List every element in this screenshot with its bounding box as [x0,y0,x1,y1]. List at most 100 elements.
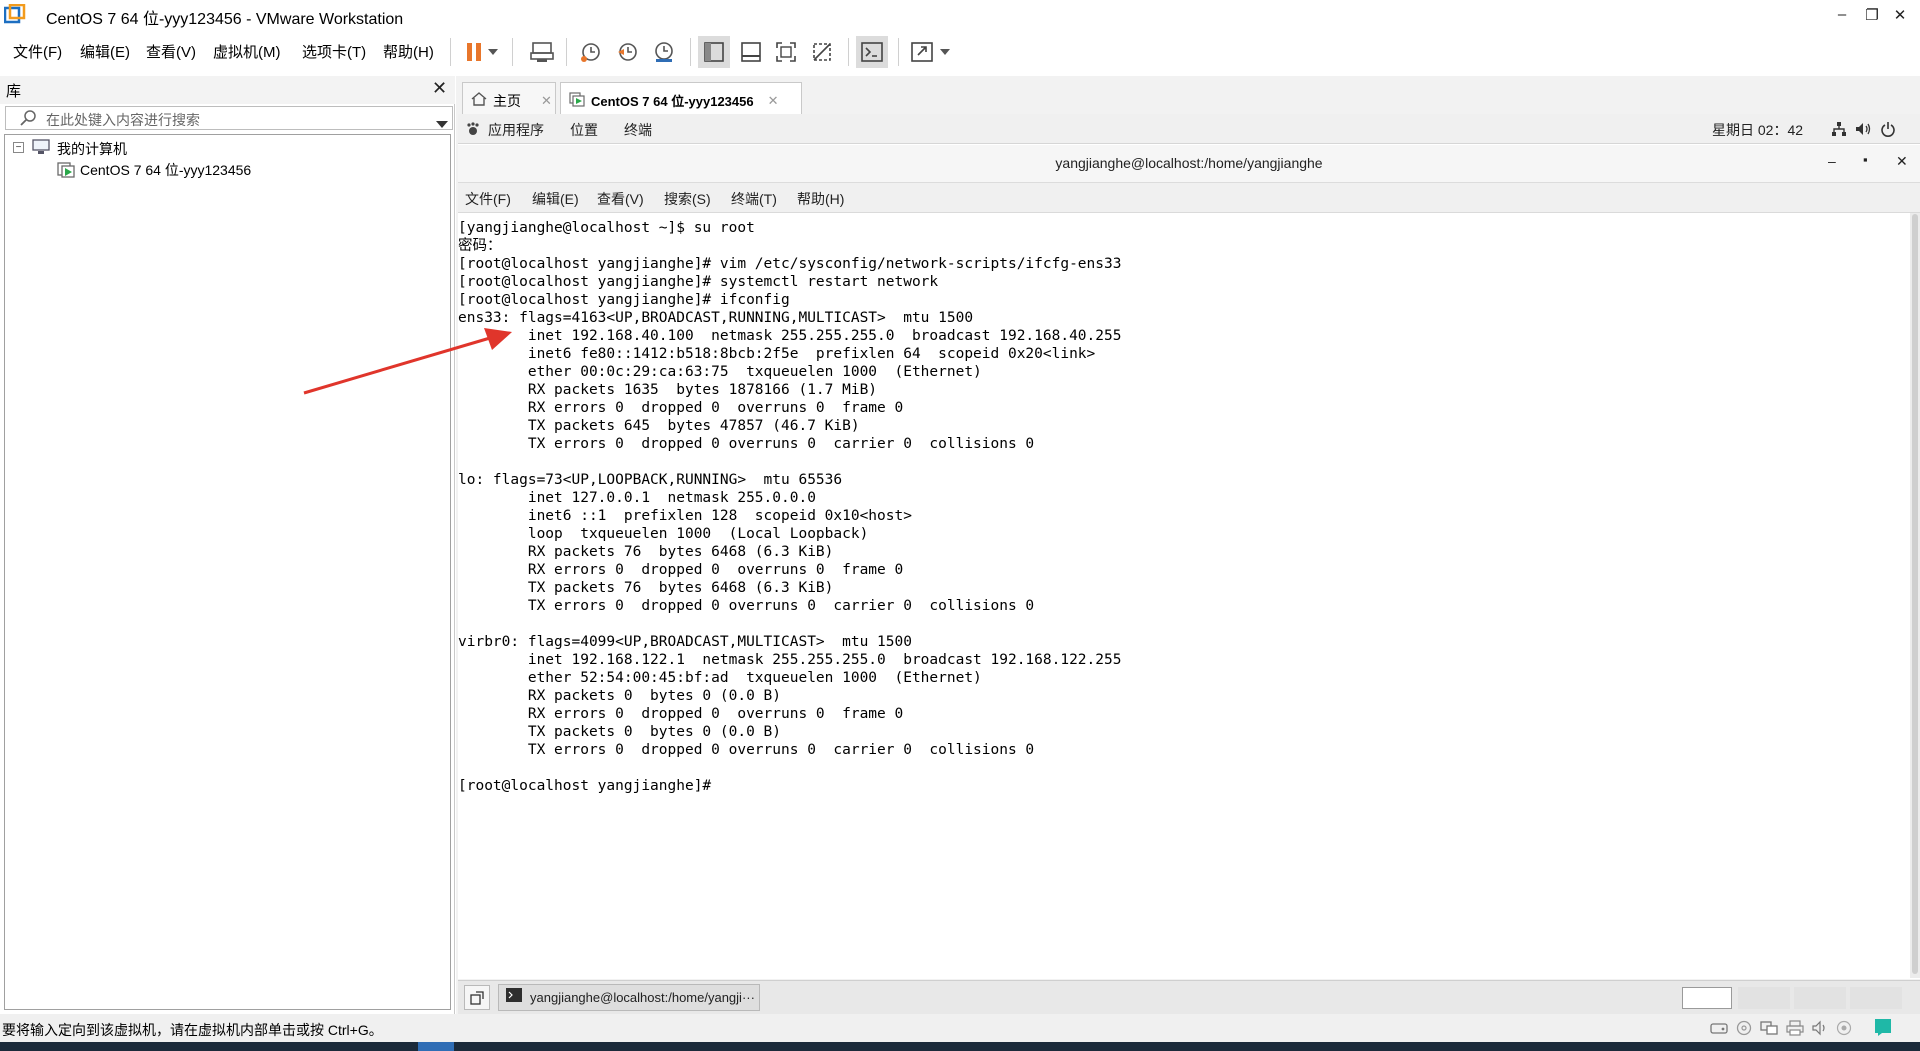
title-bar: CentOS 7 64 位-yyy123456 - VMware Worksta… [0,0,1920,29]
terminal-title: yangjianghe@localhost:/home/yangjianghe [1055,155,1323,171]
network-icon[interactable] [1831,121,1847,142]
show-desktop-icon[interactable] [464,985,490,1010]
terminal-menu-help[interactable]: 帮助(H) [797,189,844,209]
tab-home-label: 主页 [493,92,521,109]
host-taskbar-strip [0,1042,1920,1051]
annotation-arrow [303,328,512,395]
menu-tabs[interactable]: 选项卡(T) [302,41,366,62]
vmware-logo-icon [3,3,26,24]
gnome-terminal-menu[interactable]: 终端 [624,120,652,140]
menu-view[interactable]: 查看(V) [146,41,196,62]
terminal-close-button[interactable]: ✕ [1896,153,1908,170]
show-library-icon[interactable] [698,36,730,68]
power-dropdown-icon[interactable] [484,36,502,68]
tab-home-close-icon[interactable]: ✕ [541,93,552,109]
terminal-line: [root@localhost yangjianghe]# systemctl … [458,274,939,290]
unity-mode-icon[interactable] [806,36,838,68]
terminal-line: TX packets 76 bytes 6468 (6.3 KiB) [458,580,834,596]
search-icon [20,109,38,132]
terminal-menu-file[interactable]: 文件(F) [465,189,511,209]
terminal-line: inet 127.0.0.1 netmask 255.0.0.0 [458,490,816,506]
workspace-4[interactable] [1850,987,1902,1009]
library-close-button[interactable]: ✕ [432,78,447,99]
menu-file[interactable]: 文件(F) [13,41,62,62]
tab-vm[interactable]: CentOS 7 64 位-yyy123456 ✕ [560,82,802,118]
toolbar-separator [566,38,567,66]
toolbar-separator [690,38,691,66]
terminal-menu-search[interactable]: 搜索(S) [664,189,711,209]
terminal-line: [yangjianghe@localhost ~]$ su root [458,220,755,236]
gnome-foot-icon [466,122,480,141]
menu-help[interactable]: 帮助(H) [383,41,434,62]
toolbar-separator [450,38,451,66]
guest-screen[interactable]: 应用程序 位置 终端 星期日 02：42 yangjianghe@localho… [458,114,1920,979]
terminal-line: [root@localhost yangjianghe]# ifconfig [458,292,790,308]
tree-collapse-icon[interactable]: − [13,142,24,153]
stretch-guest-icon[interactable] [906,36,938,68]
terminal-line: RX packets 0 bytes 0 (0.0 B) [458,688,782,704]
tree-item-my-computer[interactable]: 我的计算机 [57,139,127,159]
terminal-line: [root@localhost yangjianghe]# vim /etc/s… [458,256,1122,272]
volume-icon[interactable] [1855,121,1871,142]
message-log-icon[interactable] [1874,1018,1892,1041]
close-button[interactable]: ✕ [1880,0,1920,29]
terminal-line: ens33: flags=4163<UP,BROADCAST,RUNNING,M… [458,310,974,326]
hard-disk-icon[interactable] [1710,1020,1728,1041]
search-input[interactable]: 在此处键入内容进行搜索 [46,110,200,130]
terminal-menu-view[interactable]: 查看(V) [597,189,644,209]
console-view-icon[interactable] [856,36,888,68]
tree-item-vm[interactable]: CentOS 7 64 位-yyy123456 [80,160,251,180]
terminal-line: TX packets 645 bytes 47857 (46.7 KiB) [458,418,860,434]
terminal-menu-bar: 文件(F) 编辑(E) 查看(V) 搜索(S) 终端(T) 帮助(H) [458,183,1920,213]
display-icon[interactable] [1836,1020,1852,1041]
snapshot-manager-icon[interactable] [648,36,680,68]
power-icon[interactable] [1880,121,1896,142]
library-panel: 库 ✕ 在此处键入内容进行搜索 − 我的计算机 CentOS 7 64 位-yy… [0,76,455,1014]
terminal-menu-edit[interactable]: 编辑(E) [532,189,579,209]
terminal-line: virbr0: flags=4099<UP,BROADCAST,MULTICAS… [458,634,912,650]
terminal-line: RX packets 76 bytes 6468 (6.3 KiB) [458,544,834,560]
status-bar: 要将输入定向到该虚拟机，请在虚拟机内部单击或按 Ctrl+G。 [0,1014,1920,1042]
stretch-dropdown-icon[interactable] [936,36,954,68]
workspace-3[interactable] [1794,987,1846,1009]
terminal-line: RX errors 0 dropped 0 overruns 0 frame 0 [458,706,904,722]
tab-vm-close-icon[interactable]: ✕ [768,93,779,109]
terminal-titlebar: yangjianghe@localhost:/home/yangjianghe … [458,145,1920,183]
network-adapter-icon[interactable] [1760,1020,1778,1041]
workspace-2[interactable] [1738,987,1790,1009]
menu-vm[interactable]: 虚拟机(M) [213,41,281,62]
status-text: 要将输入定向到该虚拟机，请在虚拟机内部单击或按 Ctrl+G。 [2,1022,383,1038]
tab-home[interactable]: 主页 ✕ [462,82,556,118]
terminal-maximize-button[interactable]: ▪ [1863,152,1868,167]
printer-icon[interactable] [1786,1020,1804,1041]
menu-edit[interactable]: 编辑(E) [80,41,130,62]
toolbar-separator [848,38,849,66]
gnome-clock[interactable]: 星期日 02：42 [1712,120,1803,140]
full-screen-icon[interactable] [770,36,802,68]
cd-drive-icon[interactable] [1736,1020,1752,1041]
terminal-menu-terminal[interactable]: 终端(T) [731,189,777,209]
toolbar-separator [898,38,899,66]
terminal-line: 密码： [458,238,502,254]
guest-task-terminal[interactable]: yangjianghe@localhost:/home/yangji··· [498,984,760,1011]
terminal-minimize-button[interactable]: – [1828,153,1836,169]
tab-vm-label: CentOS 7 64 位-yyy123456 [591,94,754,109]
toolbar-separator [512,38,513,66]
guest-taskbar: yangjianghe@localhost:/home/yangji··· [458,980,1920,1014]
terminal-scroll-thumb[interactable] [1912,214,1918,974]
terminal-output[interactable]: [yangjianghe@localhost ~]$ su root 密码： [… [458,213,1908,978]
terminal-line: TX errors 0 dropped 0 overruns 0 carrier… [458,742,1035,758]
thumbnail-bar-icon[interactable] [735,36,767,68]
terminal-line: RX errors 0 dropped 0 overruns 0 frame 0 [458,562,904,578]
revert-snapshot-icon[interactable] [612,36,644,68]
snapshot-icon[interactable] [575,36,607,68]
gnome-apps-menu[interactable]: 应用程序 [488,120,544,140]
gnome-places-menu[interactable]: 位置 [570,120,598,140]
workspace-1[interactable] [1682,987,1732,1009]
library-search[interactable]: 在此处键入内容进行搜索 [5,106,453,130]
search-dropdown-icon[interactable] [436,115,448,133]
sound-card-icon[interactable] [1812,1020,1828,1041]
library-title: 库 [6,83,22,100]
library-header: 库 ✕ [0,76,455,104]
send-ctrl-alt-del-icon[interactable] [526,36,558,68]
